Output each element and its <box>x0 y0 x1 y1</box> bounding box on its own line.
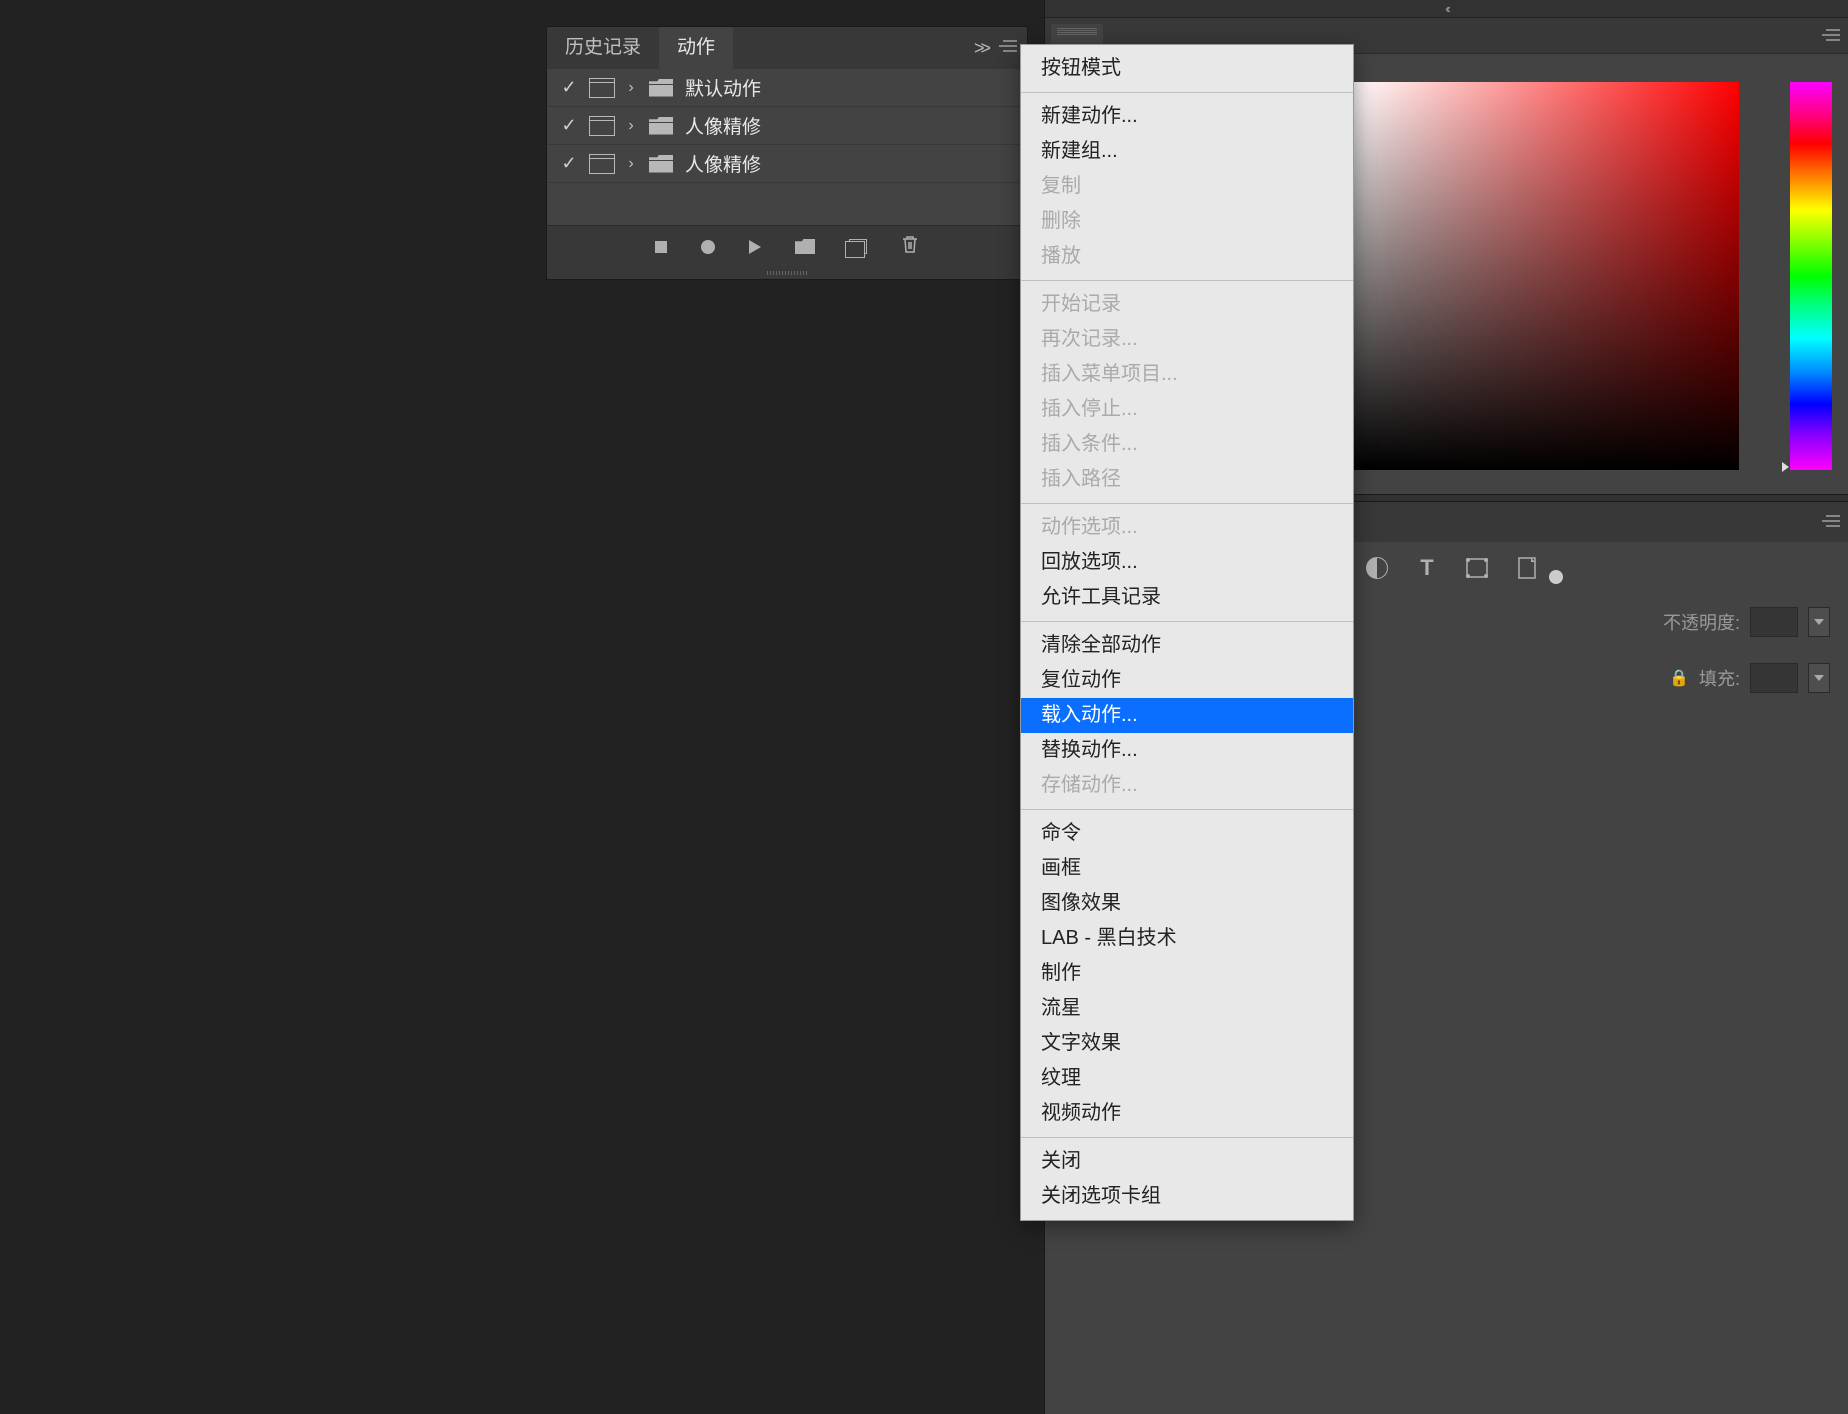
menu-item: 插入条件... <box>1021 427 1353 462</box>
menu-item: 动作选项... <box>1021 510 1353 545</box>
menu-separator <box>1021 809 1353 810</box>
expand-arrow-icon[interactable]: › <box>621 155 641 173</box>
dialog-toggle-icon[interactable] <box>589 78 615 98</box>
action-row[interactable]: ✓ › 人像精修 <box>547 107 1027 145</box>
menu-item[interactable]: 新建动作... <box>1021 99 1353 134</box>
hue-slider[interactable] <box>1790 82 1832 470</box>
menu-separator <box>1021 280 1353 281</box>
menu-item[interactable]: 按钮模式 <box>1021 51 1353 86</box>
panel-tab-bar: 历史记录 动作 >> <box>547 27 1027 69</box>
action-row[interactable]: ✓ › 默认动作 <box>547 69 1027 107</box>
sidebar-collapse-bar[interactable]: ‹‹ <box>1045 0 1848 18</box>
chevron-down-icon <box>1814 675 1824 681</box>
menu-item[interactable]: 视频动作 <box>1021 1096 1353 1131</box>
menu-separator <box>1021 1137 1353 1138</box>
panel-menu-icon[interactable] <box>1822 28 1840 47</box>
menu-item[interactable]: 载入动作... <box>1021 698 1353 733</box>
chevron-left-double-icon: ‹‹ <box>1445 1 1448 16</box>
record-icon[interactable] <box>701 240 715 254</box>
menu-item: 删除 <box>1021 204 1353 239</box>
menu-item: 开始记录 <box>1021 287 1353 322</box>
collapse-panel-icon[interactable]: >> <box>974 38 987 59</box>
action-row[interactable]: ✓ › 人像精修 <box>547 145 1027 183</box>
panel-resize-handle[interactable] <box>547 267 1027 279</box>
opacity-input[interactable] <box>1750 607 1798 637</box>
menu-item: 播放 <box>1021 239 1353 274</box>
menu-item: 插入路径 <box>1021 462 1353 497</box>
new-set-icon[interactable] <box>795 239 815 254</box>
panel-menu-icon[interactable] <box>999 39 1017 58</box>
menu-item[interactable]: 替换动作... <box>1021 733 1353 768</box>
menu-item[interactable]: 清除全部动作 <box>1021 628 1353 663</box>
menu-item[interactable]: 纹理 <box>1021 1061 1353 1096</box>
hue-indicator-icon <box>1782 462 1789 472</box>
action-name-label: 人像精修 <box>685 112 761 139</box>
opacity-dropdown-button[interactable] <box>1808 607 1830 637</box>
menu-item[interactable]: 允许工具记录 <box>1021 580 1353 615</box>
folder-icon <box>649 155 673 173</box>
fill-dropdown-button[interactable] <box>1808 663 1830 693</box>
type-filter-icon[interactable]: T <box>1415 556 1439 580</box>
menu-item[interactable]: 关闭 <box>1021 1144 1353 1179</box>
expand-arrow-icon[interactable]: › <box>621 117 641 135</box>
menu-item[interactable]: 复位动作 <box>1021 663 1353 698</box>
dialog-toggle-icon[interactable] <box>589 154 615 174</box>
menu-item: 再次记录... <box>1021 322 1353 357</box>
action-name-label: 默认动作 <box>685 74 761 101</box>
action-name-label: 人像精修 <box>685 150 761 177</box>
menu-item: 插入菜单项目... <box>1021 357 1353 392</box>
lock-icon[interactable]: 🔒 <box>1669 668 1689 688</box>
menu-item[interactable]: 关闭选项卡组 <box>1021 1179 1353 1214</box>
menu-separator <box>1021 621 1353 622</box>
panel-menu-icon[interactable] <box>1822 514 1840 533</box>
dialog-toggle-icon[interactable] <box>589 116 615 136</box>
menu-separator <box>1021 503 1353 504</box>
color-saturation-field[interactable] <box>1349 82 1739 470</box>
menu-item: 存储动作... <box>1021 768 1353 803</box>
toggle-checkmark-icon[interactable]: ✓ <box>555 153 583 174</box>
menu-item[interactable]: 回放选项... <box>1021 545 1353 580</box>
folder-icon <box>649 117 673 135</box>
menu-item[interactable]: 命令 <box>1021 816 1353 851</box>
trash-icon[interactable] <box>901 234 919 259</box>
fill-label: 填充: <box>1699 665 1740 691</box>
menu-item[interactable]: LAB - 黑白技术 <box>1021 921 1353 956</box>
smartobject-filter-icon[interactable] <box>1515 556 1539 580</box>
adjustment-filter-icon[interactable] <box>1365 556 1389 580</box>
toggle-checkmark-icon[interactable]: ✓ <box>555 77 583 98</box>
menu-item: 插入停止... <box>1021 392 1353 427</box>
actions-panel-context-menu: 按钮模式新建动作...新建组...复制删除播放开始记录再次记录...插入菜单项目… <box>1020 44 1354 1221</box>
fill-input[interactable] <box>1750 663 1798 693</box>
toggle-checkmark-icon[interactable]: ✓ <box>555 115 583 136</box>
actions-toolbar <box>547 225 1027 267</box>
actions-panel: 历史记录 动作 >> ✓ › 默认动作 ✓ › 人像精修 ✓ › <box>546 26 1028 280</box>
actions-list: ✓ › 默认动作 ✓ › 人像精修 ✓ › 人像精修 <box>547 69 1027 225</box>
stop-icon[interactable] <box>655 241 667 253</box>
new-action-icon[interactable] <box>849 239 867 254</box>
menu-item[interactable]: 流星 <box>1021 991 1353 1026</box>
menu-item: 复制 <box>1021 169 1353 204</box>
expand-arrow-icon[interactable]: › <box>621 79 641 97</box>
opacity-label: 不透明度: <box>1663 609 1740 635</box>
folder-icon <box>649 79 673 97</box>
menu-separator <box>1021 92 1353 93</box>
shape-filter-icon[interactable] <box>1465 556 1489 580</box>
menu-item[interactable]: 文字效果 <box>1021 1026 1353 1061</box>
menu-item[interactable]: 制作 <box>1021 956 1353 991</box>
menu-item[interactable]: 新建组... <box>1021 134 1353 169</box>
tab-actions[interactable]: 动作 <box>659 27 733 69</box>
tab-history[interactable]: 历史记录 <box>547 27 659 69</box>
menu-item[interactable]: 图像效果 <box>1021 886 1353 921</box>
play-icon[interactable] <box>749 240 761 254</box>
menu-item[interactable]: 画框 <box>1021 851 1353 886</box>
chevron-down-icon <box>1814 619 1824 625</box>
